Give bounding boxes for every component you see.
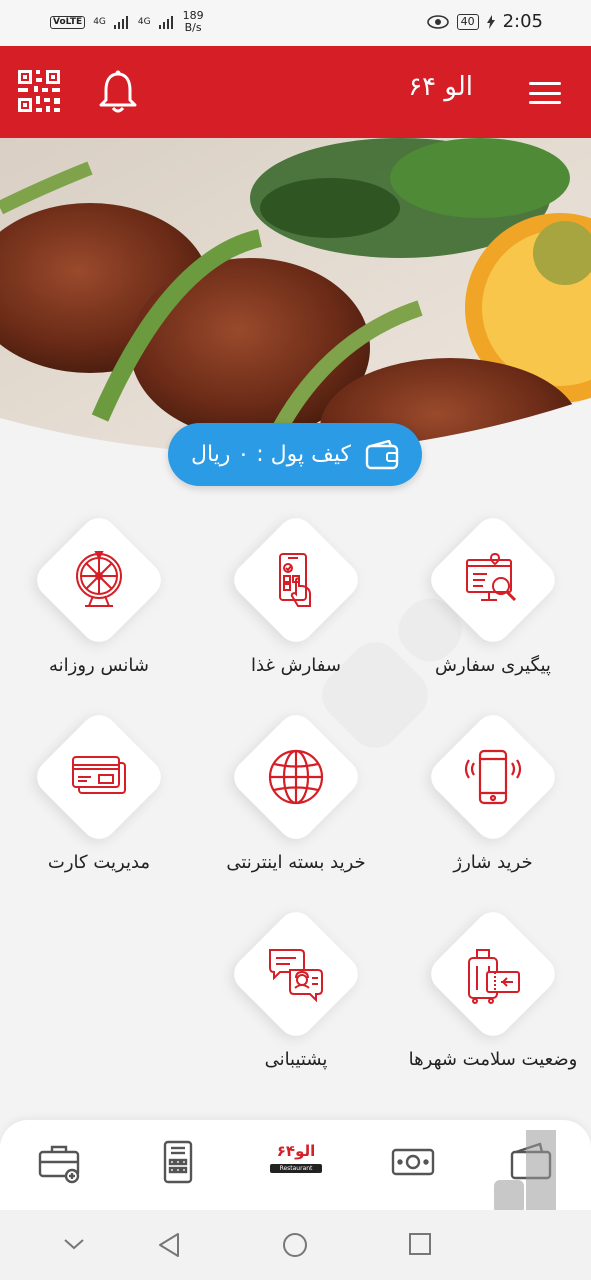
- battery-level: 40: [456, 13, 479, 30]
- qr-code-icon[interactable]: [18, 70, 60, 112]
- tile-label: خرید بسته اینترنتی: [226, 852, 366, 873]
- nav-money[interactable]: [390, 1138, 438, 1186]
- tile-label: پشتیبانی: [264, 1049, 328, 1070]
- system-navigation-bar: [0, 1210, 591, 1280]
- app-bar: الو ۶۴: [0, 46, 591, 138]
- tile-daily-luck[interactable]: شانس روزانه: [24, 505, 174, 695]
- tile-internet-package[interactable]: خرید بسته اینترنتی: [221, 702, 371, 892]
- status-right: 40 2:05: [426, 11, 543, 32]
- signal-bars-icon: [113, 16, 128, 29]
- tile-label: سفارش غذا: [251, 655, 341, 676]
- tile-label: خرید شارژ: [453, 852, 533, 873]
- tile-food-order[interactable]: سفارش غذا: [221, 505, 371, 695]
- bottom-navigation: الو۶۴ Restaurant: [0, 1120, 591, 1270]
- order-tracking-icon: [466, 552, 517, 602]
- money-icon: [391, 1148, 435, 1176]
- receipt-calculator-icon: [163, 1140, 193, 1184]
- tile-city-health[interactable]: وضعیت سلامت شهرها: [409, 899, 577, 1089]
- back-icon[interactable]: [156, 1232, 182, 1258]
- logo-text: الو۶۴: [276, 1142, 316, 1160]
- nav-briefcase[interactable]: [36, 1138, 84, 1186]
- eye-icon: [426, 14, 449, 29]
- nav-receipt[interactable]: [155, 1138, 203, 1186]
- signal-4g-2: 4G: [137, 17, 151, 27]
- luggage-ticket-icon: [468, 949, 520, 1004]
- wallet-icon: [365, 439, 399, 469]
- tile-order-tracking[interactable]: پیگیری سفارش: [418, 505, 568, 695]
- tile-buy-charge[interactable]: خرید شارژ: [418, 702, 568, 892]
- app-title: الو ۶۴: [408, 72, 473, 102]
- home-icon[interactable]: [282, 1232, 308, 1258]
- support-chat-icon: [269, 949, 323, 1003]
- tile-support[interactable]: پشتیبانی: [221, 899, 371, 1089]
- hamburger-menu-icon[interactable]: [529, 82, 561, 104]
- volte-badge: VoLTE: [50, 15, 86, 29]
- wheel-of-fortune-icon: [76, 551, 122, 607]
- mobile-phone-icon: [464, 749, 522, 805]
- recents-icon[interactable]: [408, 1232, 432, 1256]
- bell-icon[interactable]: [98, 70, 138, 114]
- status-bar: VoLTE 4G 4G 189 B/s 40 2:05: [0, 0, 591, 46]
- tile-label: مدیریت کارت: [47, 852, 151, 873]
- briefcase-icon: [38, 1145, 80, 1184]
- clock: 2:05: [502, 11, 543, 32]
- tile-label: پیگیری سفارش: [435, 655, 551, 676]
- globe-icon: [268, 749, 324, 805]
- signal-bars-icon: [158, 16, 173, 29]
- wallet-balance-button[interactable]: کیف پول : ۰ ریال: [168, 423, 422, 486]
- wallet-label: کیف پول : ۰ ریال: [191, 442, 352, 467]
- signal-4g-1: 4G: [93, 17, 106, 27]
- hero-food-image: [0, 138, 591, 458]
- nav-home-logo[interactable]: الو۶۴ Restaurant: [266, 1138, 326, 1186]
- tile-label: شانس روزانه: [49, 655, 149, 676]
- logo-subtitle: Restaurant: [270, 1164, 322, 1173]
- bank-card-icon: [72, 756, 126, 794]
- tile-label: وضعیت سلامت شهرها: [408, 1049, 578, 1070]
- chevron-down-icon[interactable]: [62, 1232, 86, 1256]
- net-speed: 189 B/s: [183, 10, 204, 34]
- charging-icon: [486, 14, 495, 29]
- speed-unit: B/s: [184, 21, 202, 34]
- status-left: VoLTE 4G 4G 189 B/s: [50, 10, 204, 34]
- phone-order-icon: [279, 553, 311, 607]
- tile-card-management[interactable]: مدیریت کارت: [24, 702, 174, 892]
